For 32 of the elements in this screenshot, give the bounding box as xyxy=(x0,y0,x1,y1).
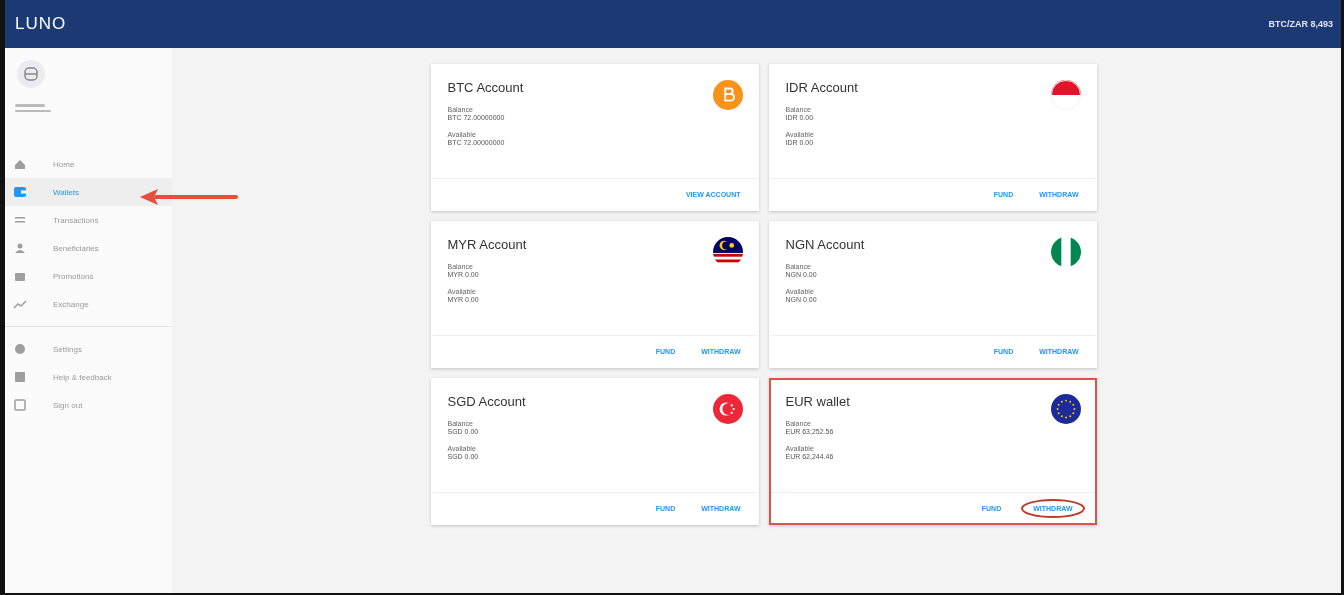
arrow-icon xyxy=(138,188,238,206)
bitcoin-icon xyxy=(712,80,743,110)
chart-icon xyxy=(13,297,27,311)
home-icon xyxy=(13,157,27,171)
sidebar-item[interactable]: Exchange xyxy=(5,290,172,318)
flag-icon xyxy=(1050,80,1081,110)
card-title: EUR wallet xyxy=(785,394,850,409)
card-title: IDR Account xyxy=(785,80,858,95)
square-icon xyxy=(13,398,27,412)
sidebar-item[interactable]: Help & feedback xyxy=(5,363,172,391)
avatar-icon xyxy=(17,60,45,88)
sidebar-item[interactable]: Settings xyxy=(5,335,172,363)
card-title: MYR Account xyxy=(447,237,527,252)
person-icon xyxy=(13,241,27,255)
sidebar-item[interactable]: Wallets xyxy=(5,178,172,206)
help-icon xyxy=(13,370,27,384)
flag-icon xyxy=(1050,394,1081,424)
wallet-icon xyxy=(13,185,27,199)
card-title: NGN Account xyxy=(785,237,865,252)
flag-icon xyxy=(712,394,743,424)
flag-icon xyxy=(1050,237,1081,267)
sidebar-item[interactable]: Beneficiaries xyxy=(5,234,172,262)
price-ticker: BTC/ZAR 8,493 xyxy=(1268,19,1333,29)
sidebar-item[interactable]: Transactions xyxy=(5,206,172,234)
redacted-text xyxy=(15,104,45,107)
settings-icon xyxy=(13,342,27,356)
card-title: SGD Account xyxy=(447,394,526,409)
sidebar-item[interactable]: Sign out xyxy=(5,391,172,419)
sidebar-item[interactable]: Promotions xyxy=(5,262,172,290)
sidebar-item[interactable]: Home xyxy=(5,150,172,178)
card-title: BTC Account xyxy=(447,80,524,95)
logo[interactable]: LUNO xyxy=(15,14,67,34)
